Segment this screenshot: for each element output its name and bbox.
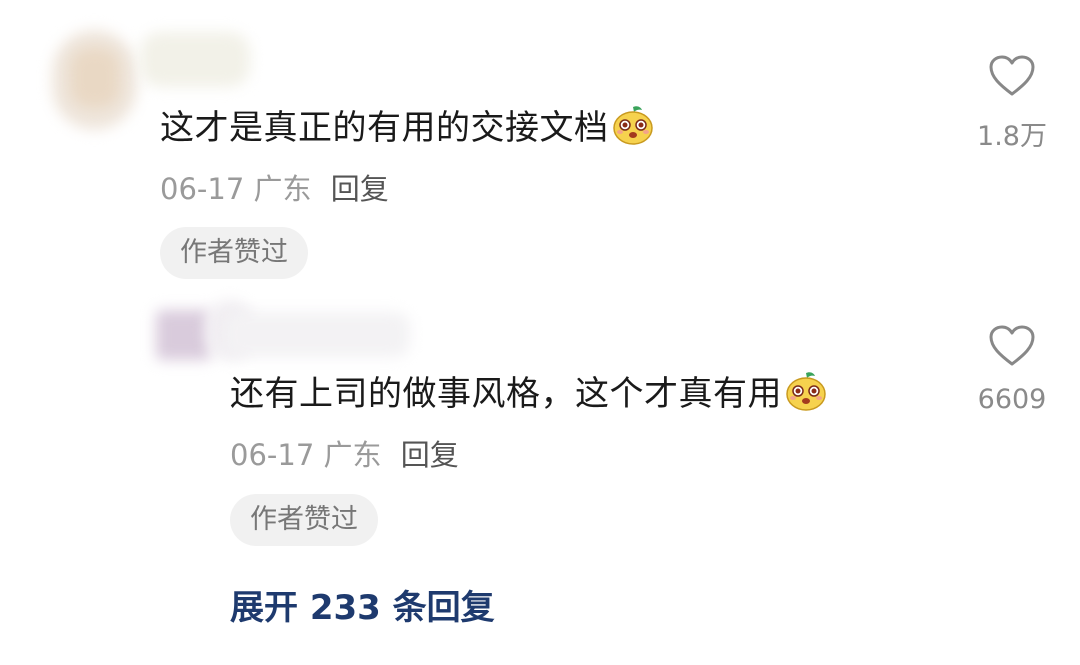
comment-location: 广东 bbox=[253, 172, 312, 206]
pear-face-emoji bbox=[611, 105, 655, 154]
comment-body: 这才是真正的有用的交接文档 bbox=[160, 108, 609, 148]
like-count: 1.8万 bbox=[977, 121, 1047, 152]
comment-body: 还有上司的做事风格，这个才真有用 bbox=[230, 374, 782, 414]
comment-text: 还有上司的做事风格，这个才真有用 bbox=[230, 366, 828, 420]
reply-button[interactable]: 回复 bbox=[331, 172, 389, 206]
author-liked-badge: 作者赞过 bbox=[160, 227, 308, 279]
like-button[interactable] bbox=[988, 324, 1036, 372]
comment-location: 广东 bbox=[323, 438, 382, 472]
heart-outline-icon[interactable] bbox=[988, 54, 1036, 98]
comment-meta: 06-17 广东 回复 bbox=[160, 166, 389, 208]
heart-outline-icon[interactable] bbox=[988, 324, 1036, 368]
reply-button[interactable]: 回复 bbox=[401, 438, 459, 472]
author-liked-badge: 作者赞过 bbox=[230, 494, 378, 546]
like-button[interactable] bbox=[988, 54, 1036, 102]
expand-replies-link[interactable]: 展开 233 条回复 bbox=[230, 580, 495, 629]
comment-meta: 06-17 广东 回复 bbox=[230, 432, 459, 474]
like-count: 6609 bbox=[977, 384, 1047, 415]
comment-date: 06-17 bbox=[160, 172, 245, 206]
comment-text: 这才是真正的有用的交接文档 bbox=[160, 100, 655, 154]
comment-date: 06-17 bbox=[230, 438, 315, 472]
pear-face-emoji bbox=[784, 371, 828, 420]
